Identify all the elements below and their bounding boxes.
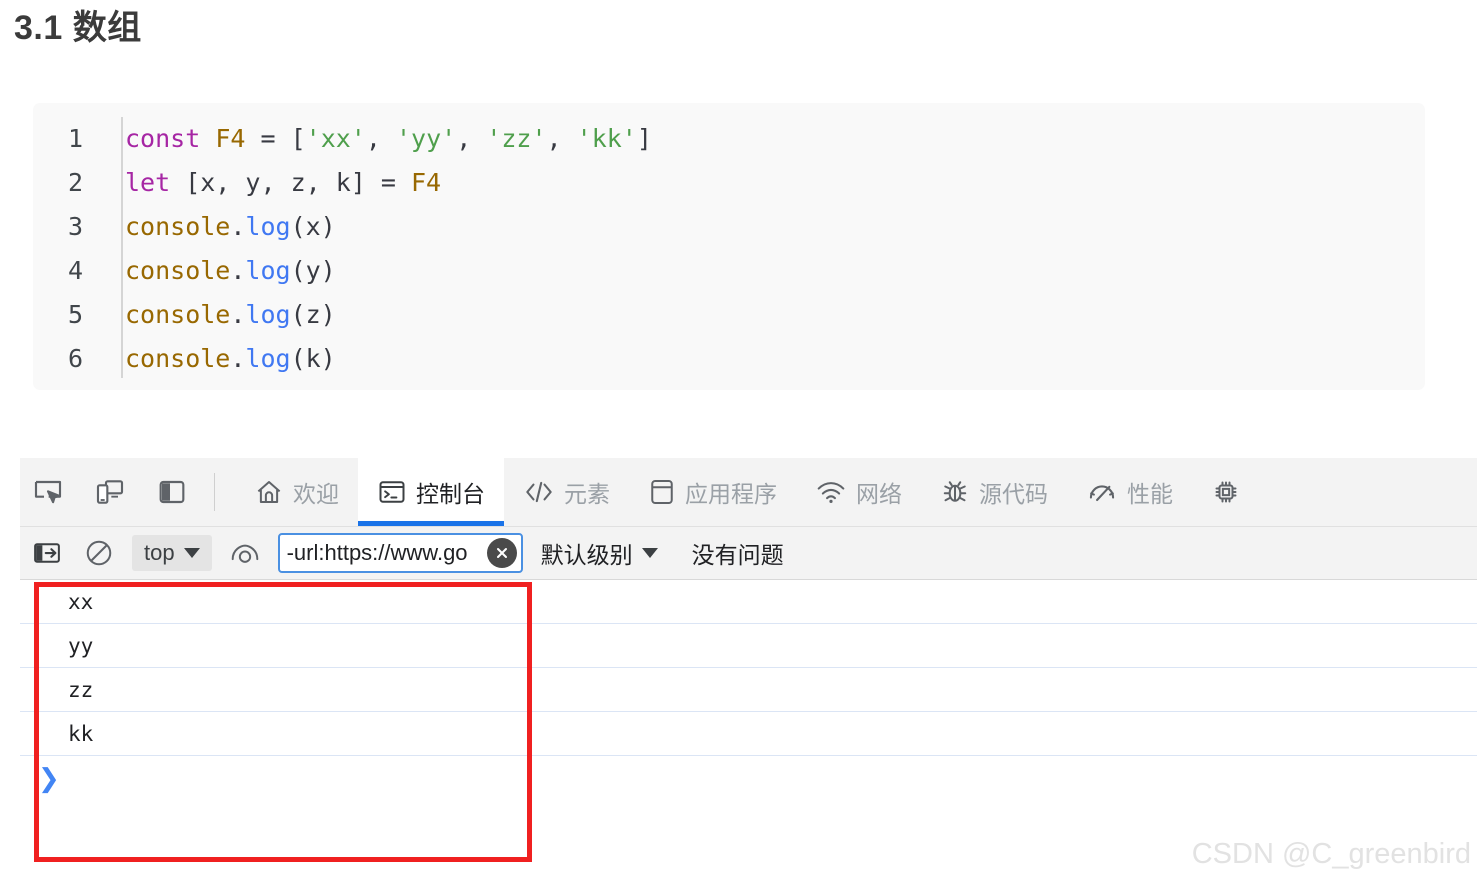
tab-elements[interactable]: 元素 — [504, 458, 629, 526]
console-filter-toolbar: top 默认级别 没有问题 — [20, 527, 1477, 580]
code-line: 4 console.log(y) — [33, 249, 1425, 293]
tab-welcome[interactable]: 欢迎 — [235, 458, 358, 526]
code-line-content: console.log(k) — [125, 344, 336, 373]
console-level-label: 默认级别 — [540, 542, 633, 568]
wifi-icon — [815, 477, 847, 507]
console-filter-field[interactable] — [277, 533, 523, 573]
live-expression-eye-icon[interactable] — [226, 534, 264, 572]
console-output: xx yy zz kk ❯ — [20, 580, 1477, 878]
console-issues-status[interactable]: 没有问题 — [692, 536, 784, 570]
csdn-watermark: CSDN @C_greenbird — [1191, 838, 1471, 870]
console-message-text: kk — [68, 721, 94, 746]
tab-label: 控制台 — [416, 481, 485, 507]
tab-label: 元素 — [564, 481, 610, 507]
tab-application[interactable]: 应用程序 — [629, 458, 796, 526]
devtools-panel: 欢迎 控制台 元素 应用程序 网络 源代码 性能 top -url:https:… — [20, 458, 1477, 879]
console-message-row[interactable]: yy — [20, 624, 1477, 668]
dock-panel-icon[interactable] — [152, 472, 192, 512]
sidebar-toggle-icon[interactable] — [28, 534, 66, 572]
database-icon — [648, 477, 676, 507]
console-prompt-row[interactable]: ❯ — [20, 756, 1477, 802]
console-icon — [377, 477, 407, 507]
code-line-number: 2 — [67, 168, 83, 197]
memory-chip-icon — [1211, 477, 1241, 507]
code-line: 2 let [x, y, z, k] = F4 — [33, 161, 1425, 205]
devtools-tabs: 欢迎 控制台 元素 应用程序 网络 源代码 性能 — [235, 458, 1260, 526]
code-line-number: 3 — [67, 212, 83, 241]
gauge-icon — [1086, 477, 1118, 507]
tab-label: 网络 — [856, 481, 902, 507]
code-lines: 1 const F4 = ['xx', 'yy', 'zz', 'kk'] 2 let… — [33, 117, 1425, 381]
bug-icon — [940, 477, 970, 507]
clear-filter-icon[interactable] — [486, 538, 517, 568]
tab-network[interactable]: 网络 — [796, 458, 921, 526]
page-title: 3.1 数组 — [14, 9, 142, 47]
code-line: 1 const F4 = ['xx', 'yy', 'zz', 'kk'] — [33, 117, 1425, 161]
code-brackets-icon — [523, 477, 555, 507]
console-context-label: top — [144, 540, 175, 565]
tab-label: 性能 — [1127, 481, 1173, 507]
code-line-content: console.log(x) — [125, 212, 336, 241]
console-message-row[interactable]: kk — [20, 712, 1477, 756]
code-line-number: 6 — [67, 344, 83, 373]
chevron-down-icon — [183, 548, 200, 558]
console-level-selector[interactable]: 默认级别 — [537, 536, 662, 570]
home-icon — [254, 477, 284, 507]
console-prompt-chevron-icon: ❯ — [38, 764, 60, 794]
code-line-content: console.log(z) — [125, 300, 336, 329]
code-line: 5 console.log(z) — [33, 293, 1425, 337]
code-gutter-separator — [121, 117, 123, 378]
tab-performance[interactable]: 性能 — [1067, 458, 1192, 526]
tab-memory[interactable] — [1192, 458, 1260, 526]
tab-console[interactable]: 控制台 — [358, 458, 504, 526]
console-message-text: zz — [68, 677, 94, 702]
code-line-number: 5 — [67, 300, 83, 329]
console-context-selector[interactable]: top — [132, 535, 212, 571]
console-message-row[interactable]: xx — [20, 580, 1477, 624]
console-message-row[interactable]: zz — [20, 668, 1477, 712]
clear-console-icon[interactable] — [80, 534, 118, 572]
tab-label: 源代码 — [979, 481, 1048, 507]
code-line-content: let [x, y, z, k] = F4 — [125, 168, 442, 197]
tab-label: 欢迎 — [293, 481, 339, 507]
code-line: 6 console.log(k) — [33, 337, 1425, 381]
devtools-tabstrip: 欢迎 控制台 元素 应用程序 网络 源代码 性能 — [20, 458, 1477, 527]
tab-sources[interactable]: 源代码 — [921, 458, 1067, 526]
code-line: 3 console.log(x) — [33, 205, 1425, 249]
console-message-list: xx yy zz kk — [20, 580, 1477, 756]
console-message-text: yy — [68, 633, 94, 658]
toolbar-divider — [214, 473, 215, 511]
inspect-element-icon[interactable] — [28, 472, 68, 512]
tab-label: 应用程序 — [685, 481, 777, 507]
code-line-number: 4 — [67, 256, 83, 285]
devtools-left-tools — [20, 472, 235, 512]
code-line-content: const F4 = ['xx', 'yy', 'zz', 'kk'] — [125, 124, 652, 153]
code-line-number: 1 — [67, 124, 83, 153]
device-toolbar-icon[interactable] — [90, 472, 130, 512]
console-filter-input[interactable] — [286, 540, 487, 566]
chevron-down-icon — [641, 548, 658, 558]
code-block: 1 const F4 = ['xx', 'yy', 'zz', 'kk'] 2 let… — [33, 103, 1425, 390]
code-line-content: console.log(y) — [125, 256, 336, 285]
console-message-text: xx — [68, 589, 94, 614]
